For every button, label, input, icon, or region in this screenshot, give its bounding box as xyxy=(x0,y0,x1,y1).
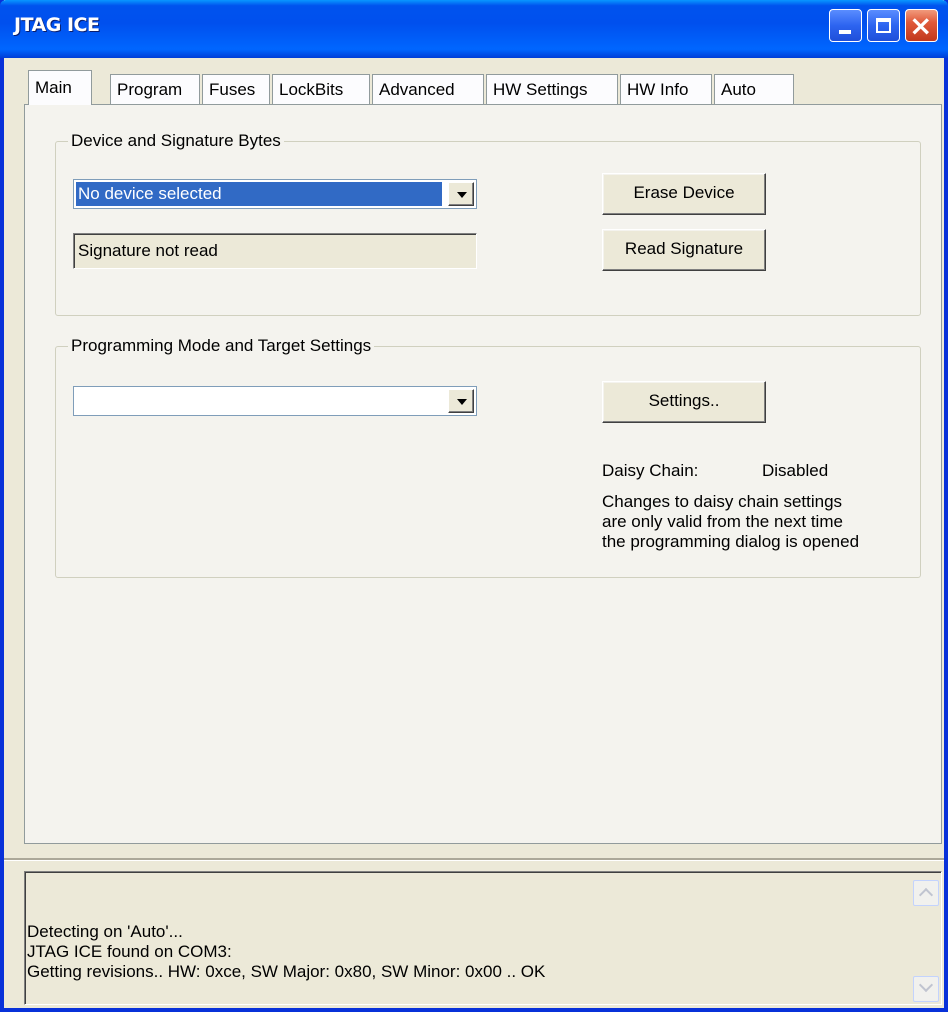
tab-label: Fuses xyxy=(209,80,256,99)
chevron-down-icon[interactable] xyxy=(448,182,474,206)
tab-label: HW Info xyxy=(627,80,689,99)
tab-label: Program xyxy=(117,80,183,99)
title-bar[interactable]: JTAG ICE × xyxy=(0,0,948,58)
note-line: Changes to daisy chain settings xyxy=(602,492,843,511)
tab-fuses[interactable]: Fuses xyxy=(202,74,270,104)
programming-mode-value xyxy=(76,389,442,413)
tab-label: Advanced xyxy=(379,80,455,99)
signature-field: Signature not read xyxy=(73,233,477,269)
tab-hw-info[interactable]: HW Info xyxy=(620,74,712,104)
device-group-legend: Device and Signature Bytes xyxy=(71,131,281,150)
minimize-icon xyxy=(839,30,851,34)
window-title: JTAG ICE xyxy=(14,14,100,36)
log-line: Getting revisions.. HW: 0xce, SW Major: … xyxy=(27,962,546,981)
device-select-value: No device selected xyxy=(76,182,442,206)
tab-label: LockBits xyxy=(279,80,344,99)
daisy-chain-label: Daisy Chain: xyxy=(602,461,699,480)
programming-group-legend: Programming Mode and Target Settings xyxy=(71,336,372,355)
settings-button[interactable]: Settings.. xyxy=(602,381,766,423)
tab-label: Main xyxy=(35,78,72,97)
log-output[interactable]: Detecting on 'Auto'... JTAG ICE found on… xyxy=(24,871,942,1005)
log-text: Detecting on 'Auto'... JTAG ICE found on… xyxy=(27,922,545,982)
daisy-chain-value: Disabled xyxy=(762,461,829,480)
daisy-chain-note: Changes to daisy chain settings are only… xyxy=(602,492,859,552)
device-select[interactable]: No device selected xyxy=(73,179,477,209)
main-tab-panel: Device and Signature Bytes No device sel… xyxy=(24,104,942,844)
chevron-up-icon xyxy=(918,887,934,903)
chevron-down-icon xyxy=(918,977,934,993)
tab-program[interactable]: Program xyxy=(110,74,200,104)
close-button[interactable]: × xyxy=(905,9,938,42)
log-line: Detecting on 'Auto'... xyxy=(27,922,183,941)
device-signature-group: Device and Signature Bytes No device sel… xyxy=(55,131,921,316)
tab-label: HW Settings xyxy=(493,80,588,99)
tab-hw-settings[interactable]: HW Settings xyxy=(486,74,618,104)
scroll-up-button[interactable] xyxy=(913,880,939,906)
note-line: the programming dialog is opened xyxy=(602,532,860,551)
tab-auto[interactable]: Auto xyxy=(714,74,794,104)
scroll-down-button[interactable] xyxy=(913,976,939,1002)
jtag-ice-window: JTAG ICE × Main Program Fuses LockBits A… xyxy=(0,0,948,1012)
log-scrollbar[interactable] xyxy=(913,874,939,1002)
erase-device-button[interactable]: Erase Device xyxy=(602,173,766,215)
programming-mode-select[interactable] xyxy=(73,386,477,416)
minimize-button[interactable] xyxy=(829,9,862,42)
programming-mode-group: Programming Mode and Target Settings Set… xyxy=(55,336,921,578)
tab-main[interactable]: Main xyxy=(28,70,92,105)
close-icon: × xyxy=(909,9,933,42)
maximize-icon xyxy=(876,18,891,33)
tab-label: Auto xyxy=(721,80,756,99)
note-line: are only valid from the next time xyxy=(602,512,843,531)
maximize-button[interactable] xyxy=(867,9,900,42)
tab-advanced[interactable]: Advanced xyxy=(372,74,484,104)
log-line: JTAG ICE found on COM3: xyxy=(27,942,232,961)
tab-lockbits[interactable]: LockBits xyxy=(272,74,370,104)
read-signature-button[interactable]: Read Signature xyxy=(602,229,766,271)
pane-splitter[interactable] xyxy=(4,858,944,861)
chevron-down-icon[interactable] xyxy=(448,389,474,413)
